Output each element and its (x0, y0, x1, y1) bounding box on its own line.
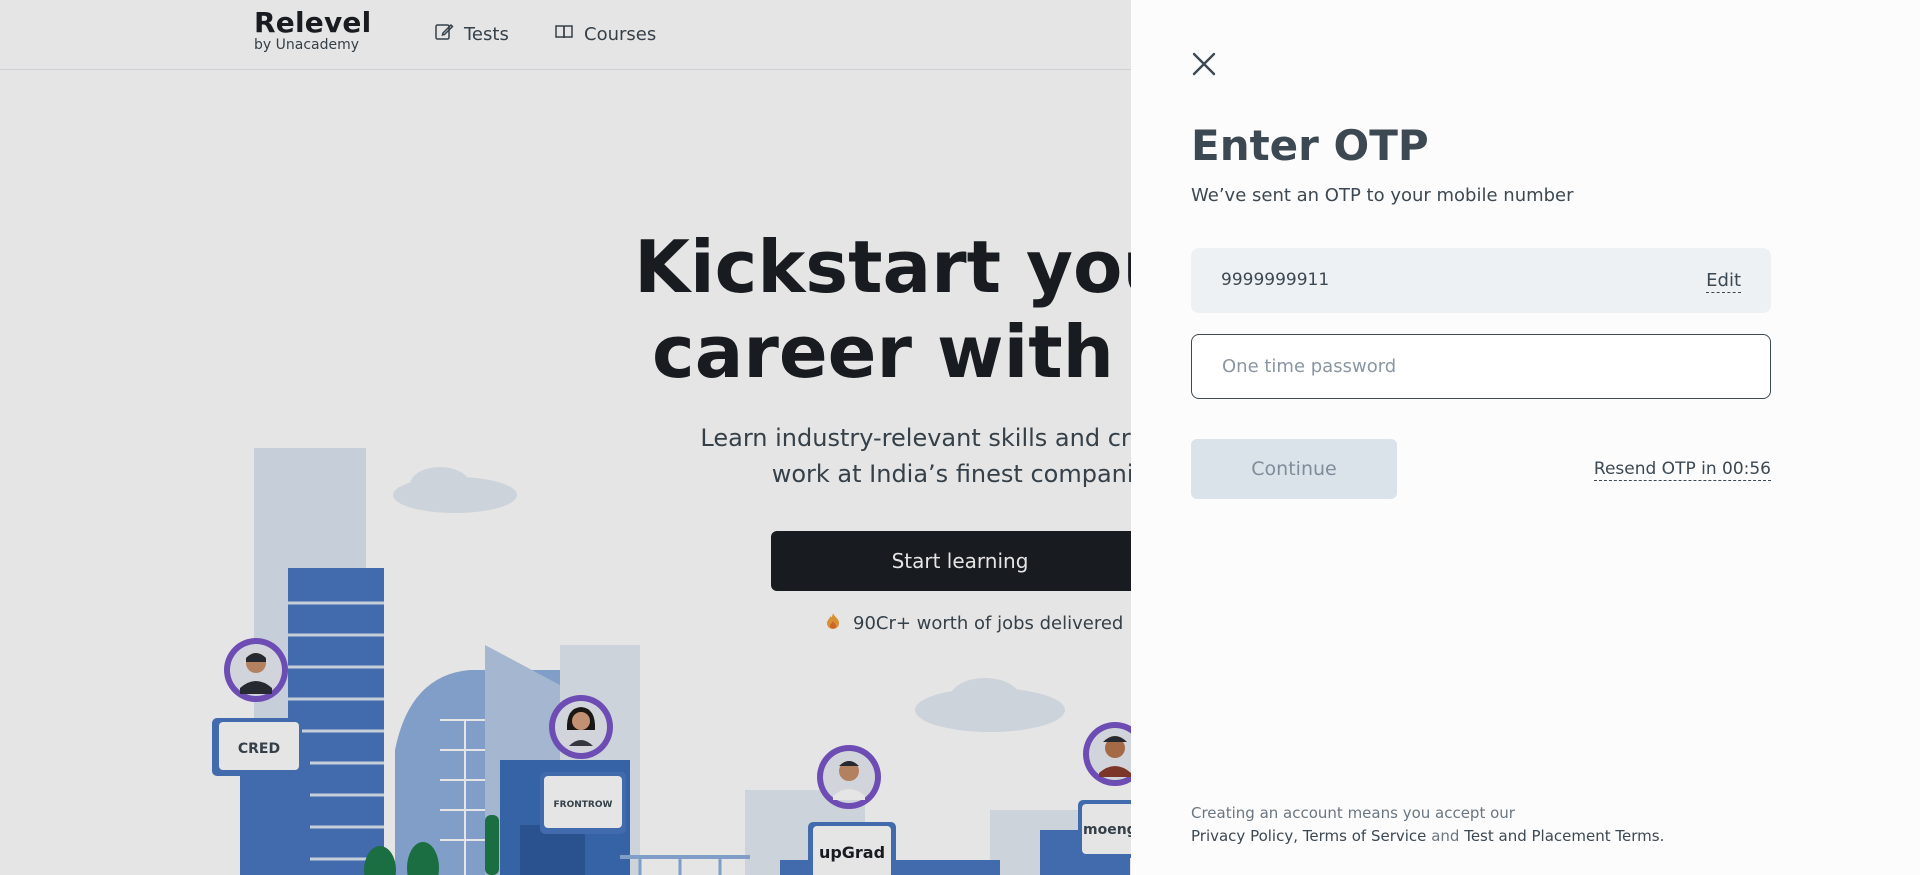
phone-number-field: 9999999911 Edit (1191, 248, 1771, 313)
otp-title: Enter OTP (1191, 121, 1429, 170)
otp-description: We’ve sent an OTP to your mobile number (1191, 185, 1574, 206)
legal-period: . (1659, 827, 1665, 845)
legal-comma: , (1293, 827, 1299, 845)
legal-notice: Creating an account means you accept our… (1191, 802, 1664, 848)
legal-links: Privacy Policy, Terms of Service and Tes… (1191, 825, 1664, 848)
phone-number: 9999999911 (1221, 270, 1330, 290)
legal-and: and (1431, 827, 1460, 845)
edit-phone-link[interactable]: Edit (1706, 270, 1741, 293)
resend-otp-link[interactable]: Resend OTP in 00:56 (1593, 459, 1771, 481)
privacy-policy-link[interactable]: Privacy Policy (1191, 827, 1293, 845)
close-icon (1190, 52, 1218, 82)
test-placement-terms-link[interactable]: Test and Placement Terms (1464, 827, 1659, 845)
terms-of-service-link[interactable]: Terms of Service (1303, 827, 1427, 845)
otp-input[interactable] (1191, 334, 1771, 399)
legal-prefix: Creating an account means you accept our (1191, 804, 1515, 822)
close-button[interactable] (1190, 50, 1218, 78)
continue-button[interactable]: Continue (1191, 439, 1397, 499)
